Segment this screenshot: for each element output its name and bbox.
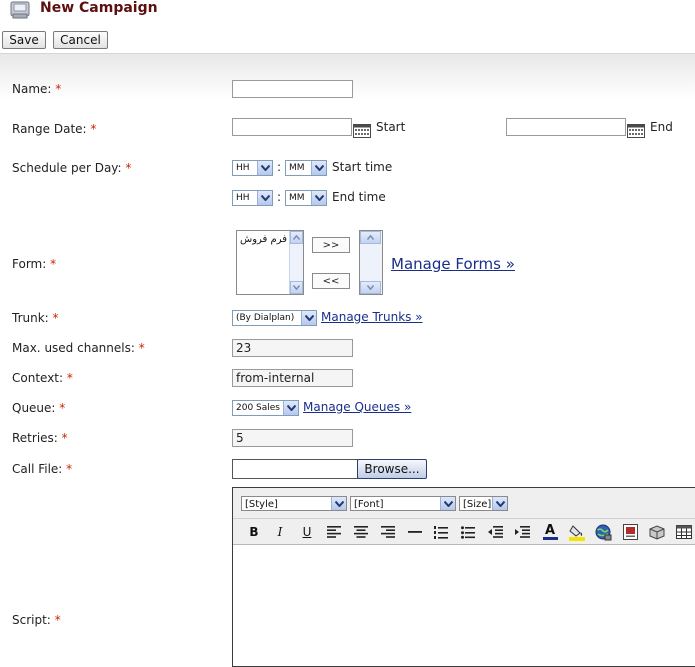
chevron-down-icon [440,497,455,510]
chevron-down-icon [257,161,272,175]
chevron-down-icon [301,311,316,325]
available-forms-list[interactable]: فرم فروش [236,230,304,295]
manage-trunks-link[interactable]: Manage Trunks » [321,310,423,324]
campaign-icon [9,0,31,20]
chevron-down-icon [257,191,272,205]
add-form-button[interactable]: >> [312,237,350,253]
calendar-icon[interactable] [353,124,371,138]
start-hour-select[interactable]: HH [232,160,273,176]
chevron-down-icon [311,191,326,205]
context-label: Context: * [12,371,73,385]
image-icon[interactable] [620,522,640,542]
align-left-icon[interactable] [324,522,344,542]
outdent-icon[interactable] [485,522,505,542]
time-separator: : [277,160,282,174]
start-date-input[interactable] [232,118,352,136]
highlight-icon[interactable] [567,522,587,542]
start-minute-select[interactable]: MM [285,160,327,176]
queue-select[interactable]: 200 Sales [232,400,299,416]
name-input[interactable] [232,80,353,98]
max-channels-input[interactable]: 23 [232,339,353,357]
form-label: Form: * [12,257,57,271]
unordered-list-icon[interactable] [458,522,478,542]
manage-queues-link[interactable]: Manage Queues » [303,400,411,414]
editor-toolbar-bottom: B I U A [233,519,695,545]
schedule-label: Schedule per Day: * [12,161,132,175]
style-select[interactable]: [Style] [241,496,347,511]
scrollbar[interactable] [360,231,382,294]
chevron-up-icon[interactable] [360,231,381,244]
horizontal-rule-icon[interactable] [405,522,425,542]
range-date-label: Range Date: * [12,122,97,136]
max-channels-label: Max. used channels: * [12,341,145,355]
bold-icon[interactable]: B [244,522,264,542]
time-separator: : [277,190,282,204]
ordered-list-icon[interactable] [431,522,451,542]
chevron-down-icon [283,401,298,415]
align-center-icon[interactable] [351,522,371,542]
size-select[interactable]: [Size] [459,496,508,511]
chevron-down-icon [331,497,346,510]
end-hour-select[interactable]: HH [232,190,273,206]
context-input[interactable]: from-internal [232,369,353,387]
indent-icon[interactable] [512,522,532,542]
script-label: Script: * [12,613,61,627]
script-editor[interactable]: [Style] [Font] [Size] B I U A [232,487,695,667]
calendar-icon[interactable] [627,124,645,138]
trunk-select[interactable]: (By Dialplan) [232,310,317,326]
align-right-icon[interactable] [378,522,398,542]
manage-forms-link[interactable]: Manage Forms » [391,255,515,273]
chevron-down-icon[interactable] [360,281,381,294]
save-button[interactable]: Save [2,31,46,49]
end-time-label: End time [332,190,386,204]
selected-forms-list[interactable] [359,230,383,295]
end-minute-select[interactable]: MM [285,190,327,206]
browse-button[interactable]: Browse... [357,459,427,479]
end-date-label: End [650,120,673,134]
italic-icon[interactable]: I [270,522,290,542]
retries-label: Retries: * [12,431,68,445]
end-date-input[interactable] [506,118,626,136]
page-title: New Campaign [40,0,158,16]
retries-input[interactable]: 5 [232,429,353,447]
table-icon[interactable] [674,522,694,542]
link-icon[interactable] [593,522,613,542]
start-date-label: Start [376,120,406,134]
trunk-label: Trunk: * [12,311,59,325]
chevron-down-icon [311,161,326,175]
queue-label: Queue: * [12,401,66,415]
underline-icon[interactable]: U [297,522,317,542]
text-color-icon[interactable]: A [540,522,560,542]
call-file-label: Call File: * [12,462,73,476]
chevron-down-icon [492,497,507,510]
chevron-up-icon[interactable] [290,231,303,244]
chevron-down-icon[interactable] [290,281,303,294]
call-file-input[interactable] [232,459,358,479]
editor-toolbar-top: [Style] [Font] [Size] [233,488,695,519]
package-icon[interactable] [647,522,667,542]
list-item[interactable]: فرم فروش [240,234,287,245]
scrollbar[interactable] [289,231,303,294]
start-time-label: Start time [332,160,393,174]
cancel-button[interactable]: Cancel [53,31,108,49]
remove-form-button[interactable]: << [312,273,350,289]
name-label: Name: * [12,82,62,96]
font-select[interactable]: [Font] [350,496,456,511]
